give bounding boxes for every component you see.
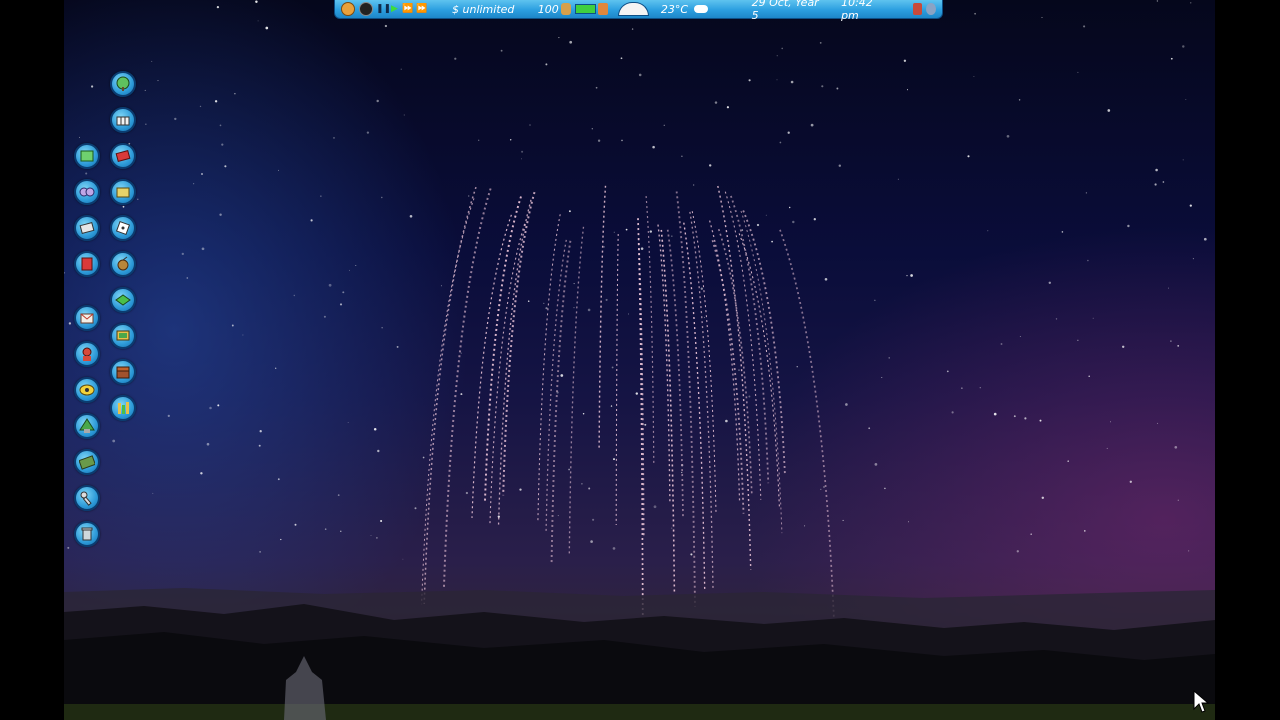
finance-button[interactable] xyxy=(74,413,100,439)
wrench-icon xyxy=(80,491,92,506)
letterbox-right xyxy=(1215,0,1280,720)
status-bar: ❚❚ ▶ ⏩ ⏩ $ unlimited 100 23°C 29 Oct, Ye… xyxy=(334,0,943,22)
sign-icon xyxy=(116,330,130,341)
park-rating[interactable]: 100 xyxy=(538,3,559,16)
guests-icon[interactable] xyxy=(597,3,608,15)
dice-icon xyxy=(115,220,131,236)
options-icon[interactable] xyxy=(926,3,936,15)
walls-icon xyxy=(115,149,131,163)
fastest-button[interactable]: ⏩ xyxy=(415,4,429,15)
time-display: 10:42 pm xyxy=(841,0,873,22)
trees-button[interactable] xyxy=(110,71,136,97)
stalls-icon xyxy=(116,187,130,198)
rides-icon xyxy=(81,257,93,271)
trash-icon xyxy=(81,527,93,541)
guests-icon xyxy=(79,384,95,396)
mouse-cursor xyxy=(1193,690,1209,713)
temperature: 23°C xyxy=(660,2,689,16)
trophy-icon[interactable] xyxy=(560,3,571,15)
rating-bar xyxy=(574,4,596,14)
paths-button[interactable] xyxy=(74,215,100,241)
camera-icon[interactable] xyxy=(341,2,355,16)
park-info-icon xyxy=(79,455,95,470)
sign-button[interactable] xyxy=(110,323,136,349)
chest-icon xyxy=(116,366,130,379)
pause-button[interactable]: ❚❚ xyxy=(376,4,391,15)
fences-icon xyxy=(116,116,130,126)
shops-button[interactable] xyxy=(74,305,100,331)
date-display: 29 Oct, Year 5 xyxy=(751,0,819,22)
play-button[interactable]: ▶ xyxy=(389,4,400,15)
speed-controls: ❚❚ ▶ ⏩ ⏩ xyxy=(339,0,430,19)
landscape-silhouette xyxy=(64,588,1215,720)
money-display[interactable]: $ unlimited xyxy=(452,3,530,16)
animals-button[interactable] xyxy=(110,215,136,241)
terrain-landscape-icon xyxy=(80,150,94,162)
fireworks-icon xyxy=(117,256,129,271)
fast-forward-button[interactable]: ⏩ xyxy=(402,4,413,15)
compass-icon[interactable] xyxy=(617,2,649,16)
park-info-button[interactable] xyxy=(74,449,100,475)
game-viewport[interactable] xyxy=(64,0,1215,720)
chest-button[interactable] xyxy=(110,359,136,385)
finance-icon xyxy=(79,418,95,433)
fences-button[interactable] xyxy=(110,107,136,133)
pool-icon xyxy=(118,402,129,414)
pool-button[interactable] xyxy=(110,395,136,421)
guests-button[interactable] xyxy=(74,377,100,403)
walls-button[interactable] xyxy=(110,143,136,169)
trees-icon xyxy=(116,76,130,91)
staff-button[interactable] xyxy=(74,341,100,367)
scenery-button[interactable] xyxy=(74,179,100,205)
staff-icon xyxy=(82,347,92,361)
shops-icon xyxy=(80,313,94,324)
demolish-button[interactable] xyxy=(74,521,100,547)
rides-button[interactable] xyxy=(74,251,100,277)
scenery-icon xyxy=(79,187,95,197)
stalls-button[interactable] xyxy=(110,179,136,205)
fireworks-button[interactable] xyxy=(110,251,136,277)
day-night-icon[interactable] xyxy=(359,2,373,16)
letterbox-left xyxy=(0,0,64,720)
cloud-icon xyxy=(694,5,708,13)
terrain-icon xyxy=(115,294,131,306)
tools-icon[interactable] xyxy=(912,3,923,15)
paths-icon xyxy=(79,221,95,235)
landscape-button[interactable] xyxy=(74,143,100,169)
tool-button[interactable] xyxy=(74,485,100,511)
terrain-button[interactable] xyxy=(110,287,136,313)
